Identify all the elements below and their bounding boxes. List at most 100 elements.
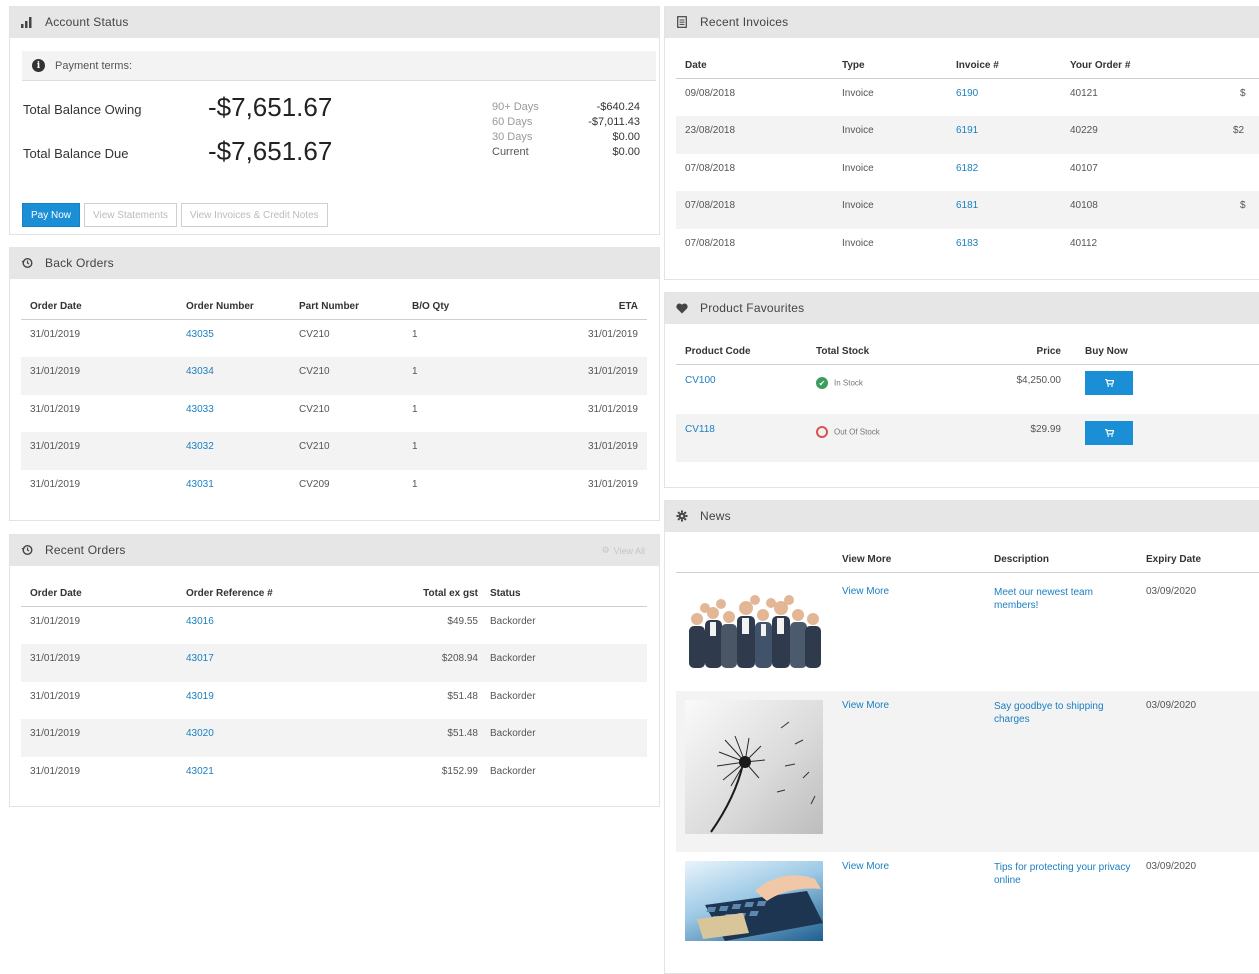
table-row: 31/01/2019 43032 CV210 1 31/01/2019	[21, 432, 647, 470]
table-row: View More Meet our newest team members! …	[676, 573, 1259, 691]
invoice-type: Invoice	[842, 200, 874, 211]
part-number: CV210	[299, 366, 330, 377]
invoice-date: 07/08/2018	[685, 238, 736, 249]
order-total: $49.55	[447, 616, 478, 627]
total-balance-due-label: Total Balance Due	[23, 146, 129, 161]
gear-icon	[675, 509, 689, 523]
bo-qty: 1	[412, 479, 418, 490]
stock-label: In Stock	[834, 378, 863, 388]
no-entry-icon	[816, 426, 828, 438]
column-header: Order Date	[30, 588, 82, 599]
column-header: Date	[685, 60, 707, 71]
check-circle-icon: ✔	[816, 377, 828, 389]
table-header: Order Date Order Reference # Total ex gs…	[21, 575, 647, 607]
view-more-link[interactable]: View More	[842, 586, 889, 597]
table-row: 31/01/2019 43035 CV210 1 31/01/2019	[21, 320, 647, 357]
order-date: 31/01/2019	[30, 616, 81, 627]
table-row: 31/01/2019 43017 $208.94 Backorder	[21, 644, 647, 682]
order-status: Backorder	[490, 766, 536, 777]
table-header: View More Description Expiry Date	[676, 541, 1259, 573]
order-total: $51.48	[447, 691, 478, 702]
recent-invoices-header: Recent Invoices	[665, 6, 1259, 38]
order-date: 31/01/2019	[30, 728, 81, 739]
keyboard-card-photo	[685, 861, 823, 941]
order-number-link[interactable]: 43035	[186, 329, 214, 340]
order-total: $152.99	[441, 766, 478, 777]
order-reference-link[interactable]: 43020	[186, 728, 214, 739]
aging-value: -$640.24	[596, 101, 640, 113]
table-row: 31/01/2019 43031 CV209 1 31/01/2019	[21, 470, 647, 507]
payment-terms-bar: i Payment terms:	[22, 51, 656, 81]
invoice-number-link[interactable]: 6181	[956, 200, 978, 211]
heart-icon	[675, 301, 689, 315]
invoice-number-link[interactable]: 6182	[956, 163, 978, 174]
eta: 31/01/2019	[587, 404, 638, 415]
table-row: 31/01/2019 43016 $49.55 Backorder	[21, 607, 647, 644]
column-header: Invoice #	[956, 60, 999, 71]
order-number-link[interactable]: 43032	[186, 441, 214, 452]
info-icon: i	[32, 59, 45, 72]
order-reference-link[interactable]: 43019	[186, 691, 214, 702]
view-all-link[interactable]: ⚙ View All	[602, 545, 645, 556]
bo-qty: 1	[412, 329, 418, 340]
your-order-number: 40112	[1070, 238, 1098, 249]
pay-now-button[interactable]: Pay Now	[22, 203, 81, 227]
news-description-link[interactable]: Tips for protecting your privacy online	[994, 861, 1139, 887]
invoice-number-link[interactable]: 6190	[956, 88, 978, 99]
column-header: Your Order #	[1070, 60, 1131, 71]
eta: 31/01/2019	[587, 479, 638, 490]
panel-title: Account Status	[45, 15, 129, 29]
aging-label: 60 Days	[492, 116, 533, 128]
column-header: Price	[1036, 346, 1061, 357]
order-total: $51.48	[447, 728, 478, 739]
product-code-link[interactable]: CV100	[685, 375, 716, 386]
order-reference-link[interactable]: 43021	[186, 766, 214, 777]
panel-title: Recent Invoices	[700, 15, 789, 29]
panel-title: Recent Orders	[45, 543, 126, 557]
order-number-link[interactable]: 43033	[186, 404, 214, 415]
total-balance-due-value: -$7,651.67	[208, 136, 333, 166]
column-header: Buy Now	[1085, 346, 1128, 357]
product-code-link[interactable]: CV118	[685, 424, 715, 435]
column-header: Type	[842, 60, 865, 71]
order-reference-link[interactable]: 43016	[186, 616, 214, 627]
view-more-link[interactable]: View More	[842, 861, 889, 872]
invoice-number-link[interactable]: 6191	[956, 125, 978, 136]
view-more-link[interactable]: View More	[842, 700, 889, 711]
table-row: 07/08/2018 Invoice 6183 40112	[676, 229, 1259, 266]
aging-summary: 90+ Days -$640.24 60 Days -$7,011.43 30 Da…	[492, 101, 640, 161]
eta: 31/01/2019	[587, 366, 638, 377]
column-header: Order Date	[30, 301, 82, 312]
dandelion-photo	[685, 700, 823, 834]
expiry-date: 03/09/2020	[1146, 861, 1197, 872]
invoice-number-link[interactable]: 6183	[956, 238, 978, 249]
view-invoices-credit-notes-button[interactable]: View Invoices & Credit Notes	[180, 203, 328, 227]
invoice-amount: $2	[1233, 125, 1245, 136]
invoice-type: Invoice	[842, 88, 874, 99]
bo-qty: 1	[412, 366, 418, 377]
history-icon	[20, 256, 34, 270]
aging-label: 90+ Days	[492, 101, 539, 113]
news-panel: News View More Description Expiry Date V…	[664, 500, 1259, 974]
add-to-cart-button[interactable]	[1085, 371, 1133, 395]
column-header: ETA	[618, 301, 638, 312]
document-icon	[675, 15, 689, 29]
view-statements-button[interactable]: View Statements	[84, 203, 177, 227]
aging-label: Current	[492, 146, 529, 158]
aging-row: 30 Days $0.00	[492, 131, 640, 146]
order-number-link[interactable]: 43031	[186, 479, 214, 490]
column-header: Product Code	[685, 346, 751, 357]
add-to-cart-button[interactable]	[1085, 421, 1133, 445]
column-header: Order Number	[186, 301, 254, 312]
panel-title: Back Orders	[45, 256, 114, 270]
aging-value: $0.00	[612, 146, 640, 158]
total-balance-owing-label: Total Balance Owing	[23, 102, 142, 117]
order-number-link[interactable]: 43034	[186, 366, 214, 377]
invoice-amount: $	[1240, 88, 1246, 99]
history-icon	[20, 543, 34, 557]
stock-status: Out Of Stock	[807, 424, 937, 438]
news-description-link[interactable]: Meet our newest team members!	[994, 586, 1114, 612]
news-description-link[interactable]: Say goodbye to shipping charges	[994, 700, 1114, 726]
column-header: Total ex gst	[423, 588, 478, 599]
order-reference-link[interactable]: 43017	[186, 653, 214, 664]
